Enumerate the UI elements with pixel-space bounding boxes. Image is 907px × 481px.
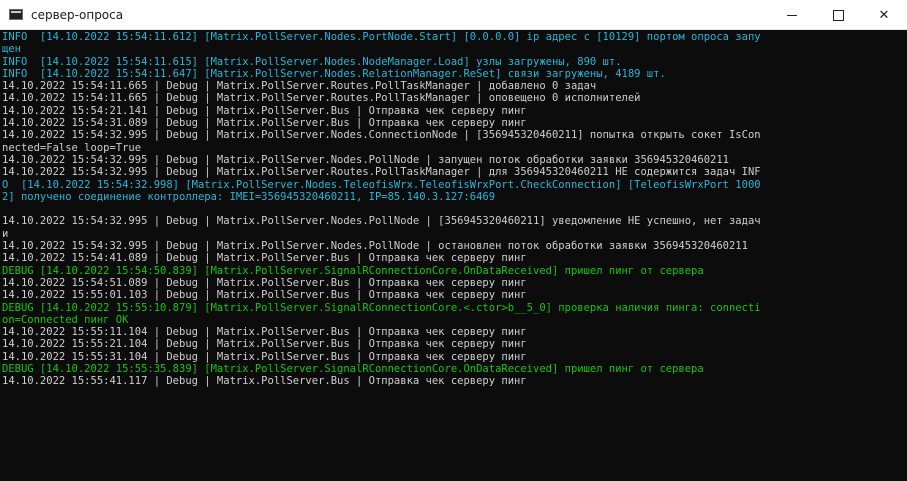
console-line: 14.10.2022 15:55:41.117 | Debug | Matrix… (2, 375, 527, 388)
console-line: DEBUG [14.10.2022 15:55:10.879] [Matrix.… (2, 301, 761, 314)
window-title: сервер-опроса (31, 7, 124, 22)
console-output[interactable]: INFO [14.10.2022 15:54:11.612] [Matrix.P… (0, 30, 907, 481)
console-line: 14.10.2022 15:54:32.995 | Debug | Matrix… (2, 240, 748, 253)
console-line: 14.10.2022 15:54:32.995 | Debug | Matrix… (2, 215, 761, 228)
minimize-button[interactable] (769, 0, 815, 30)
console-line: 14.10.2022 15:55:11.104 | Debug | Matrix… (2, 326, 527, 339)
console-line: INFO [14.10.2022 15:54:11.612] [Matrix.P… (2, 31, 761, 43)
maximize-button[interactable] (815, 0, 861, 30)
console-line: 14.10.2022 15:54:11.665 | Debug | Matrix… (2, 80, 597, 93)
minimize-icon (787, 14, 797, 16)
console-line: DEBUG [14.10.2022 15:55:35.839] [Matrix.… (2, 363, 704, 376)
maximize-icon (832, 9, 844, 21)
console-line: 14.10.2022 15:54:32.995 | Debug | Matrix… (2, 166, 761, 179)
console-line: и (2, 227, 9, 240)
close-icon: ✕ (878, 7, 890, 23)
console-line: nected=False loop=True (2, 141, 142, 154)
console-line: on=Connected пинг OK (2, 313, 129, 326)
close-button[interactable]: ✕ (861, 0, 907, 30)
console-line: 14.10.2022 15:55:31.104 | Debug | Matrix… (2, 350, 527, 363)
console-line: щен (2, 43, 21, 56)
console-window: сервер-опроса ✕ INFO [14.10.2022 15:54:1… (0, 0, 907, 481)
title-bar[interactable]: сервер-опроса ✕ (0, 0, 907, 30)
console-line: 14.10.2022 15:54:51.089 | Debug | Matrix… (2, 276, 527, 289)
console-line: DEBUG [14.10.2022 15:54:50.839] [Matrix.… (2, 264, 704, 277)
console-line: 14.10.2022 15:54:32.995 | Debug | Matrix… (2, 153, 729, 166)
console-line: O [14.10.2022 15:54:32.998] [Matrix.Poll… (2, 178, 761, 191)
console-line: 14.10.2022 15:54:21.141 | Debug | Matrix… (2, 104, 527, 117)
console-line: 14.10.2022 15:55:01.103 | Debug | Matrix… (2, 289, 527, 302)
console-line: 14.10.2022 15:54:41.089 | Debug | Matrix… (2, 252, 527, 265)
console-line: 14.10.2022 15:55:21.104 | Debug | Matrix… (2, 338, 527, 351)
window-controls: ✕ (769, 0, 907, 30)
console-line: 14.10.2022 15:54:32.995 | Debug | Matrix… (2, 129, 761, 142)
console-line: 2] получено соединение контроллера: IMEI… (2, 190, 496, 203)
console-line: INFO [14.10.2022 15:54:11.647] [Matrix.P… (2, 67, 666, 80)
console-line: 14.10.2022 15:54:31.089 | Debug | Matrix… (2, 117, 527, 130)
console-line: INFO [14.10.2022 15:54:11.615] [Matrix.P… (2, 55, 622, 68)
console-app-icon[interactable] (9, 9, 23, 20)
console-line: 14.10.2022 15:54:11.665 | Debug | Matrix… (2, 92, 641, 105)
